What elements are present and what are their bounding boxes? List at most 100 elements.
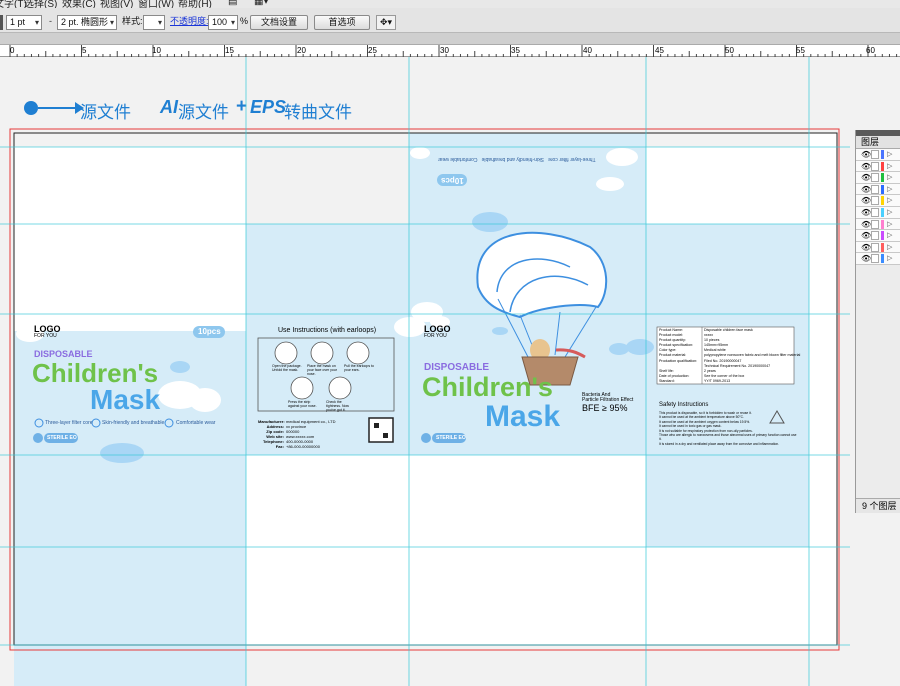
- layer-thumbnail: [871, 207, 879, 217]
- expand-triangle-icon[interactable]: ▷: [887, 196, 892, 204]
- select-similar-icon[interactable]: ✥▾: [376, 15, 396, 30]
- menu-item-help[interactable]: 帮助(H): [178, 0, 212, 8]
- ruler-label: 50: [725, 46, 734, 55]
- layer-row[interactable]: 👁 ▷: [856, 218, 900, 231]
- feature-1-left: Three-layer filter core: [45, 420, 93, 426]
- expand-triangle-icon[interactable]: ▷: [887, 231, 892, 239]
- info-label: Fax:: [275, 444, 284, 449]
- layer-list[interactable]: 👁 ▷ 👁 ▷ 👁 ▷ 👁 ▷ 👁 ▷ 👁 ▷ 👁 ▷ 👁 ▷ 👁 ▷ 👁 ▷: [856, 149, 900, 265]
- ruler-label: 40: [583, 46, 592, 55]
- layer-row[interactable]: 👁 ▷: [856, 230, 900, 242]
- brush-select[interactable]: 2 pt. 椭圆形: [57, 15, 117, 30]
- visibility-eye-icon[interactable]: 👁: [861, 220, 871, 229]
- layer-thumbnail: [871, 161, 879, 171]
- logo-sub-left: FOR YOU: [34, 333, 57, 339]
- visibility-eye-icon[interactable]: 👁: [861, 151, 871, 159]
- visibility-eye-icon[interactable]: 👁: [861, 185, 871, 194]
- ruler-label: 25: [368, 46, 377, 55]
- usage-step-3: Pull the earloops to your ears.: [344, 364, 374, 372]
- layers-count: 9 个图层: [856, 498, 900, 513]
- expand-triangle-icon[interactable]: ▷: [887, 162, 892, 170]
- layers-panel[interactable]: 图层 👁 ▷ 👁 ▷ 👁 ▷ 👁 ▷ 👁 ▷ 👁 ▷ 👁 ▷ 👁 ▷ 👁 ▷ 👁 ▷ 9 个图层: [855, 130, 900, 513]
- top-flap-feature-3: Comfortable wear: [438, 156, 478, 162]
- expand-triangle-icon[interactable]: ▷: [887, 254, 892, 262]
- stroke-color-icon[interactable]: [0, 15, 3, 30]
- logo-sub-front: FOR YOU: [424, 333, 447, 339]
- variable-width-icon[interactable]: -: [49, 15, 55, 30]
- title-mask-front: Mask: [485, 400, 561, 433]
- expand-triangle-icon[interactable]: ▷: [887, 185, 892, 193]
- visibility-eye-icon[interactable]: 👁: [861, 162, 871, 171]
- layer-row[interactable]: 👁 ▷: [856, 183, 900, 196]
- visibility-eye-icon[interactable]: 👁: [861, 197, 871, 205]
- percent-label: %: [240, 16, 249, 26]
- title-mask-left: Mask: [90, 384, 161, 415]
- expand-triangle-icon[interactable]: ▷: [887, 208, 892, 216]
- expand-triangle-icon[interactable]: ▷: [887, 243, 892, 251]
- ruler-label: 20: [297, 46, 306, 55]
- ruler-label: 35: [511, 46, 520, 55]
- document-setup-button[interactable]: 文档设置: [250, 15, 308, 30]
- layer-color-swatch: [881, 219, 884, 229]
- visibility-eye-icon[interactable]: 👁: [861, 243, 871, 252]
- opacity-input[interactable]: 100: [208, 15, 238, 30]
- usage-title: Use Instructions (with earloops): [278, 327, 377, 334]
- arrange-icon[interactable]: ▦▾: [254, 0, 268, 7]
- layer-row[interactable]: 👁 ▷: [856, 253, 900, 265]
- layer-row[interactable]: 👁 ▷: [856, 206, 900, 219]
- control-bar: 1 pt - 2 pt. 椭圆形 样式: 不透明度: 100 % 文档设置 首选…: [0, 8, 900, 33]
- opacity-link[interactable]: 不透明度:: [170, 15, 209, 30]
- layer-color-swatch: [881, 231, 884, 241]
- expand-triangle-icon[interactable]: ▷: [887, 150, 892, 158]
- layer-thumbnail: [871, 196, 879, 206]
- stroke-weight-select[interactable]: 1 pt: [6, 15, 42, 30]
- bridge-icon[interactable]: ▤: [228, 0, 237, 7]
- top-flap-feature-2: Skin-friendly and breathable: [481, 156, 544, 162]
- bfe-value: BFE ≥ 95%: [582, 403, 628, 413]
- feature-2-left: Skin-friendly and breathable: [102, 420, 165, 426]
- count-badge-top: 10pcs: [441, 176, 464, 185]
- menu-item-window[interactable]: 窗口(W): [138, 0, 174, 8]
- menu-item-effect[interactable]: 效果(C): [62, 0, 96, 8]
- style-select[interactable]: [143, 15, 165, 30]
- layer-thumbnail: [871, 231, 879, 241]
- layer-thumbnail: [871, 242, 879, 252]
- layer-thumbnail: [871, 254, 879, 264]
- layer-thumbnail: [871, 173, 879, 183]
- ruler-label: 45: [655, 46, 664, 55]
- layer-row[interactable]: 👁 ▷: [856, 172, 900, 184]
- visibility-eye-icon[interactable]: 👁: [861, 232, 871, 240]
- visibility-eye-icon[interactable]: 👁: [861, 174, 871, 182]
- horizontal-ruler: 0 5 10 15 20 25 30 35 40 45 50 55 60: [0, 33, 900, 57]
- count-badge-left: 10pcs: [198, 327, 221, 336]
- usage-step-2: Place the mask on your face over your no…: [307, 364, 337, 376]
- layers-tab[interactable]: 图层: [856, 136, 900, 149]
- expand-triangle-icon[interactable]: ▷: [887, 220, 892, 228]
- style-label: 样式:: [122, 16, 143, 26]
- menu-item-select[interactable]: 选择(S): [24, 0, 57, 8]
- ruler-label: 60: [866, 46, 875, 55]
- menu-item-view[interactable]: 视图(V): [100, 0, 133, 8]
- layer-color-swatch: [881, 254, 884, 264]
- visibility-eye-icon[interactable]: 👁: [861, 208, 871, 217]
- usage-step-1: Open the package. Unfold the mask.: [272, 364, 302, 372]
- layer-color-swatch: [881, 184, 884, 194]
- safety-item: It is stored in a dry and ventilated pla…: [659, 441, 780, 446]
- menu-bar: 文字(T) 选择(S) 效果(C) 视图(V) 窗口(W) 帮助(H) ▤ ▦▾: [0, 0, 900, 8]
- expand-triangle-icon[interactable]: ▷: [887, 173, 892, 181]
- spec-value: YY/T 0969-2013: [704, 378, 731, 383]
- layer-row[interactable]: 👁 ▷: [856, 160, 900, 173]
- ruler-label: 55: [796, 46, 805, 55]
- layer-row[interactable]: 👁 ▷: [856, 149, 900, 161]
- layer-thumbnail: [871, 150, 879, 159]
- visibility-eye-icon[interactable]: 👁: [861, 255, 871, 263]
- layer-row[interactable]: 👁 ▷: [856, 241, 900, 254]
- spec-table-labels: Product Name: Product model: Product qua…: [659, 328, 697, 384]
- layer-row[interactable]: 👁 ▷: [856, 195, 900, 207]
- layer-color-swatch: [881, 150, 884, 159]
- safety-list: This product is disposable, so it is for…: [659, 411, 799, 446]
- preferences-button[interactable]: 首选项: [314, 15, 370, 30]
- menu-item-text[interactable]: 文字(T): [0, 0, 27, 8]
- layer-thumbnail: [871, 184, 879, 194]
- top-flap-feature-1: Three-layer filter core: [548, 156, 596, 162]
